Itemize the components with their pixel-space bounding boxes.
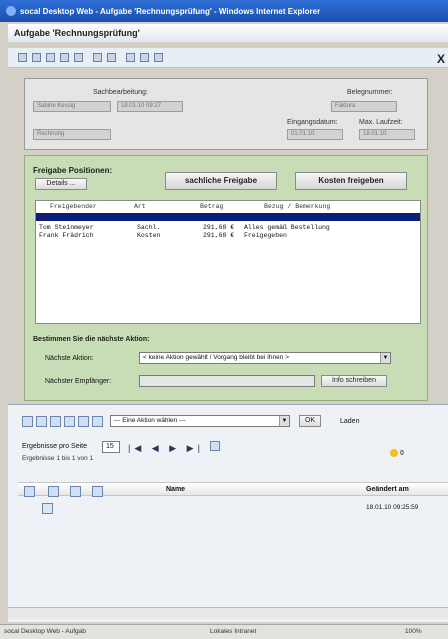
belegnummer-field[interactable]: Faktura xyxy=(331,101,397,112)
document-icon[interactable] xyxy=(60,53,69,62)
aktion-select-value: --- Eine Aktion wählen --- xyxy=(114,417,186,424)
row-name: Frank Frädrich xyxy=(39,232,94,239)
horizontal-scrollbar[interactable] xyxy=(8,607,448,619)
window-titlebar: socal Desktop Web - Aufgabe 'Rechnungspr… xyxy=(0,0,448,22)
badge-count: 0 xyxy=(399,449,404,457)
sachbearbeitung-label: Sachbearbeitung: xyxy=(93,89,148,96)
back-icon[interactable] xyxy=(18,53,27,62)
checkbox-icon[interactable] xyxy=(24,486,35,497)
page-header: Aufgabe 'Rechnungsprüfung' xyxy=(8,24,448,42)
results-summary: Ergebnisse 1 bis 1 von 1 xyxy=(22,455,94,462)
folder-up-icon[interactable] xyxy=(50,415,61,427)
next-page-icon[interactable]: ▶ xyxy=(169,443,180,453)
refresh-icon[interactable] xyxy=(64,415,75,427)
document-list-panel: --- Eine Aktion wählen --- ▼ OK Laden Er… xyxy=(8,404,448,622)
home-icon[interactable] xyxy=(22,415,33,427)
info-schreiben-button[interactable]: Info schreiben xyxy=(321,375,387,387)
save-icon[interactable] xyxy=(126,53,135,62)
max-laufzeit-field[interactable]: 18.01.10 xyxy=(359,129,415,140)
chevron-down-icon[interactable]: ▼ xyxy=(380,353,390,363)
column-header[interactable]: Art xyxy=(134,203,146,210)
task-details-panel: Sachbearbeitung: Sabine Kessig 18.01.10 … xyxy=(24,78,428,150)
column-header[interactable]: Bezug / Bemerkung xyxy=(264,203,330,210)
row-art: Kosten xyxy=(137,232,161,239)
ok-button[interactable]: OK xyxy=(299,415,321,427)
chevron-down-icon[interactable]: ▼ xyxy=(279,416,289,426)
column-name[interactable]: Name xyxy=(166,486,185,493)
max-laufzeit-label: Max. Laufzeit: xyxy=(359,119,403,126)
next-action-title: Bestimmen Sie die nächste Aktion: xyxy=(33,336,150,343)
pagination-controls[interactable]: |◀ ◀ ▶ ▶| xyxy=(128,441,221,454)
row-betrag: 291,68 € xyxy=(203,232,235,239)
freigabe-title: Freigabe Positionen: xyxy=(33,166,113,175)
zoom-level[interactable]: 100% xyxy=(405,628,422,635)
blank-icon[interactable] xyxy=(74,53,83,62)
window-title: socal Desktop Web - Aufgabe 'Rechnungspr… xyxy=(20,6,321,16)
list-view-icon[interactable] xyxy=(36,415,47,427)
row-modified: 18.01.10 09:25:59 xyxy=(366,504,419,511)
browser-icon xyxy=(6,6,16,16)
naechste-aktion-select[interactable]: < keine Aktion gewählt / Vorgang bleibt … xyxy=(139,352,391,364)
column-modified[interactable]: Geändert am xyxy=(366,486,409,493)
kosten-freigeben-button[interactable]: Kosten freigeben xyxy=(295,172,407,190)
forward-icon[interactable] xyxy=(107,53,116,62)
calendar-icon[interactable] xyxy=(210,441,221,451)
flag-icon[interactable] xyxy=(70,486,81,497)
status-text: socal Desktop Web - Aufgab xyxy=(4,628,86,635)
selected-row[interactable] xyxy=(36,213,420,221)
naechste-aktion-label: Nächste Aktion: xyxy=(45,355,94,362)
eingangsdatum-label: Eingangsdatum: xyxy=(287,119,338,126)
results-per-page-label: Ergebnisse pro Seite xyxy=(22,443,87,450)
print-icon[interactable] xyxy=(32,53,41,62)
column-header[interactable]: Freigebender xyxy=(50,203,97,210)
freigabe-table: Freigebender Art Betrag Bezug / Bemerkun… xyxy=(35,200,421,324)
sachbearbeiter-field[interactable]: Sabine Kessig xyxy=(33,101,111,112)
row-bemerkung: Alles gemäß Bestellung xyxy=(244,224,330,231)
eingangsdatum-field[interactable]: 01.01.10 xyxy=(287,129,343,140)
sachliche-freigabe-button[interactable]: sachliche Freigabe xyxy=(165,172,277,190)
save-close-icon[interactable] xyxy=(140,53,149,62)
task-toolbar xyxy=(8,48,448,68)
column-header[interactable]: Betrag xyxy=(200,203,223,210)
security-zone: Lokales Intranet xyxy=(210,628,257,635)
naechste-aktion-value: < keine Aktion gewählt / Vorgang bleibt … xyxy=(143,354,289,361)
beleg-typ-field[interactable]: Rechnung xyxy=(33,129,111,140)
search-icon[interactable] xyxy=(78,415,89,427)
row-name: Tom Steinmeyer xyxy=(39,224,94,231)
table-row[interactable]: 18.01.10 09:25:59 xyxy=(18,501,448,515)
bearbeitungsdatum-field[interactable]: 18.01.10 09:27 xyxy=(117,101,183,112)
sun-icon xyxy=(390,449,398,457)
results-per-page-field[interactable]: 15 xyxy=(102,441,120,453)
notification-badge[interactable]: 0 xyxy=(390,449,412,465)
folder-icon[interactable] xyxy=(46,53,55,62)
row-betrag: 291,68 € xyxy=(203,224,235,231)
list-icon[interactable] xyxy=(93,53,102,62)
page-title: Aufgabe 'Rechnungsprüfung' xyxy=(14,28,140,38)
send-icon[interactable] xyxy=(154,53,163,62)
attachment-icon[interactable] xyxy=(48,486,59,497)
list-toolbar: --- Eine Aktion wählen --- ▼ OK Laden xyxy=(8,411,448,431)
type-icon[interactable] xyxy=(92,486,103,497)
belegnummer-label: Belegnummer: xyxy=(347,89,393,96)
details-button[interactable]: Details ... xyxy=(35,178,87,190)
row-bemerkung: Freigegeben xyxy=(244,232,287,239)
naechster-empfaenger-label: Nächster Empfänger: xyxy=(45,378,112,385)
prev-page-icon[interactable]: ◀ xyxy=(152,443,163,453)
browser-statusbar: socal Desktop Web - Aufgab Lokales Intra… xyxy=(0,624,448,639)
laden-label[interactable]: Laden xyxy=(340,418,359,425)
filter-icon[interactable] xyxy=(92,415,103,427)
row-art: Sachl. xyxy=(137,224,161,231)
naechster-empfaenger-field[interactable] xyxy=(139,375,315,387)
first-page-icon[interactable]: |◀ xyxy=(128,443,145,453)
last-page-icon[interactable]: ▶| xyxy=(187,443,204,453)
aktion-select[interactable]: --- Eine Aktion wählen --- ▼ xyxy=(110,415,290,427)
document-icon xyxy=(42,503,53,514)
freigabe-panel: Freigabe Positionen: Details ... sachlic… xyxy=(24,155,428,401)
documents-grid-header: Name Geändert am xyxy=(18,482,448,497)
close-icon[interactable]: X xyxy=(437,52,445,66)
